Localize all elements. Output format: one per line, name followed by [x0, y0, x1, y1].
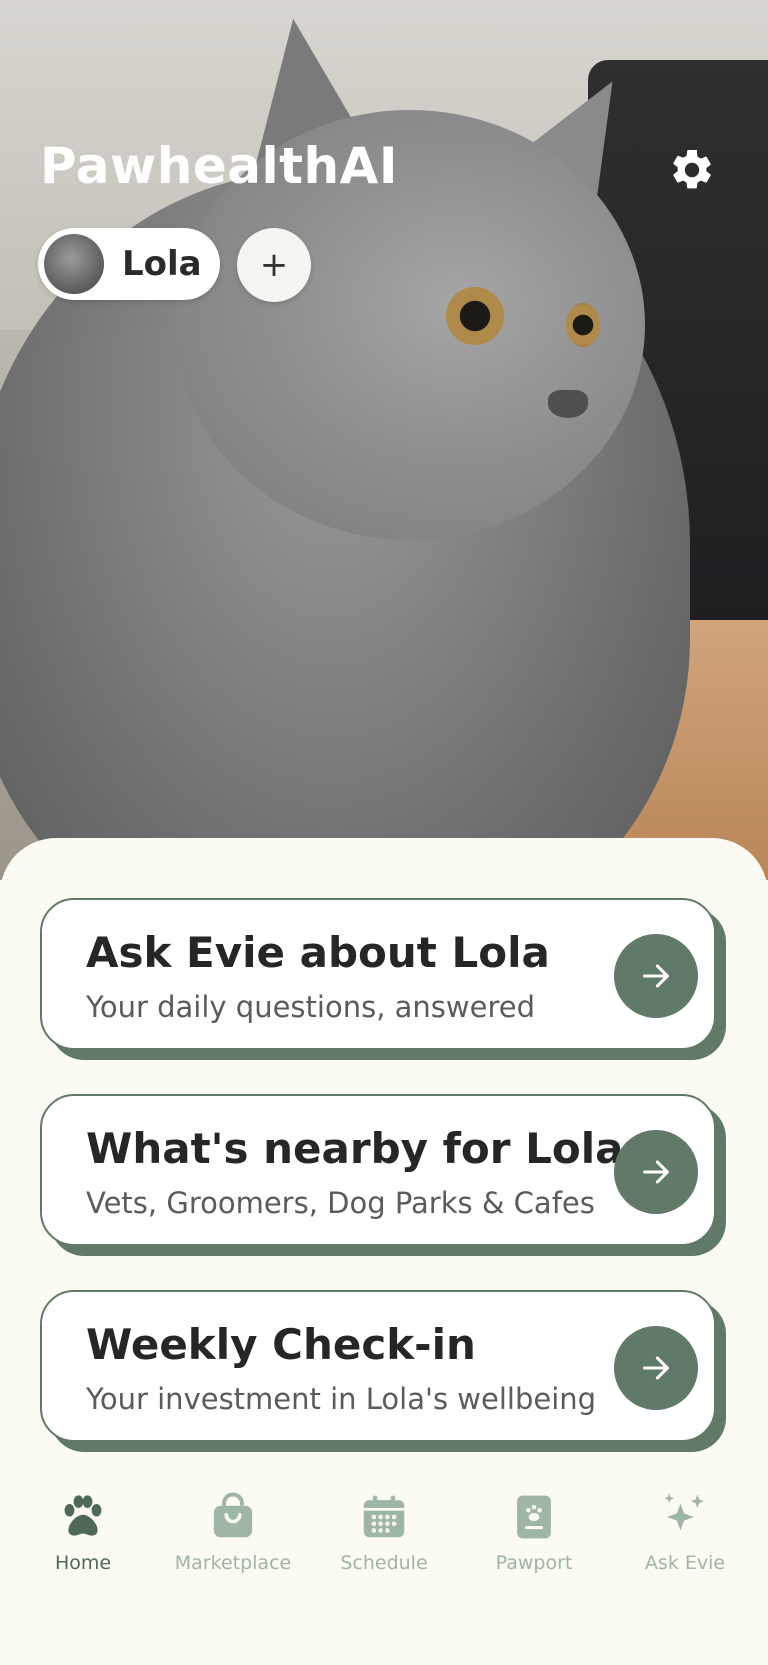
cat-eye-right — [566, 303, 600, 347]
nav-label: Marketplace — [174, 1552, 292, 1574]
add-pet-button[interactable]: + — [237, 228, 311, 302]
card-subtitle: Your investment in Lola's wellbeing — [86, 1382, 597, 1416]
nav-item-ask-evie[interactable]: Ask Evie — [610, 1490, 760, 1574]
arrow-right-button[interactable] — [614, 1130, 698, 1214]
arrow-right-button[interactable] — [614, 934, 698, 1018]
pet-name: Lola — [122, 244, 202, 284]
cat-eye-left — [446, 287, 504, 345]
plus-icon: + — [259, 245, 289, 285]
nav-item-schedule[interactable]: Schedule — [309, 1490, 459, 1574]
card-subtitle: Vets, Groomers, Dog Parks & Cafes — [86, 1186, 595, 1220]
nav-label: Ask Evie — [644, 1552, 726, 1574]
pet-avatar — [44, 234, 104, 294]
ask-evie-card[interactable]: Ask Evie about Lola Your daily questions… — [40, 898, 716, 1050]
gear-icon[interactable] — [668, 146, 716, 194]
card-subtitle: Your daily questions, answered — [86, 990, 535, 1024]
arrow-right-icon — [643, 1356, 669, 1380]
passport-icon — [517, 1495, 551, 1539]
card-title: Ask Evie about Lola — [86, 928, 550, 977]
arrow-right-icon — [643, 1160, 669, 1184]
card-title: Weekly Check-in — [86, 1320, 476, 1369]
calendar-icon — [363, 1495, 405, 1538]
arrow-right-button[interactable] — [614, 1326, 698, 1410]
nav-item-home[interactable]: Home — [8, 1490, 158, 1574]
sparkles-icon — [664, 1493, 705, 1531]
nav-label: Schedule — [340, 1552, 428, 1574]
nav-item-pawport[interactable]: Pawport — [459, 1490, 609, 1574]
hero-pet-photo — [0, 0, 768, 880]
nav-item-marketplace[interactable]: Marketplace — [158, 1490, 308, 1574]
paw-icon — [64, 1495, 102, 1536]
nav-label: Pawport — [495, 1552, 573, 1574]
pet-selector-chip[interactable]: Lola — [38, 228, 220, 300]
app-title: PawhealthAI — [40, 137, 398, 195]
nearby-card[interactable]: What's nearby for Lola Vets, Groomers, D… — [40, 1094, 716, 1246]
shopping-bag-icon — [213, 1492, 253, 1538]
weekly-checkin-card[interactable]: Weekly Check-in Your investment in Lola'… — [40, 1290, 716, 1442]
nav-label: Home — [54, 1552, 112, 1574]
arrow-right-icon — [643, 964, 669, 988]
bottom-nav: Home Marketplace Schedule Pawport Ask Ev… — [0, 1490, 768, 1590]
cat-nose — [548, 390, 588, 418]
card-title: What's nearby for Lola — [86, 1124, 624, 1173]
